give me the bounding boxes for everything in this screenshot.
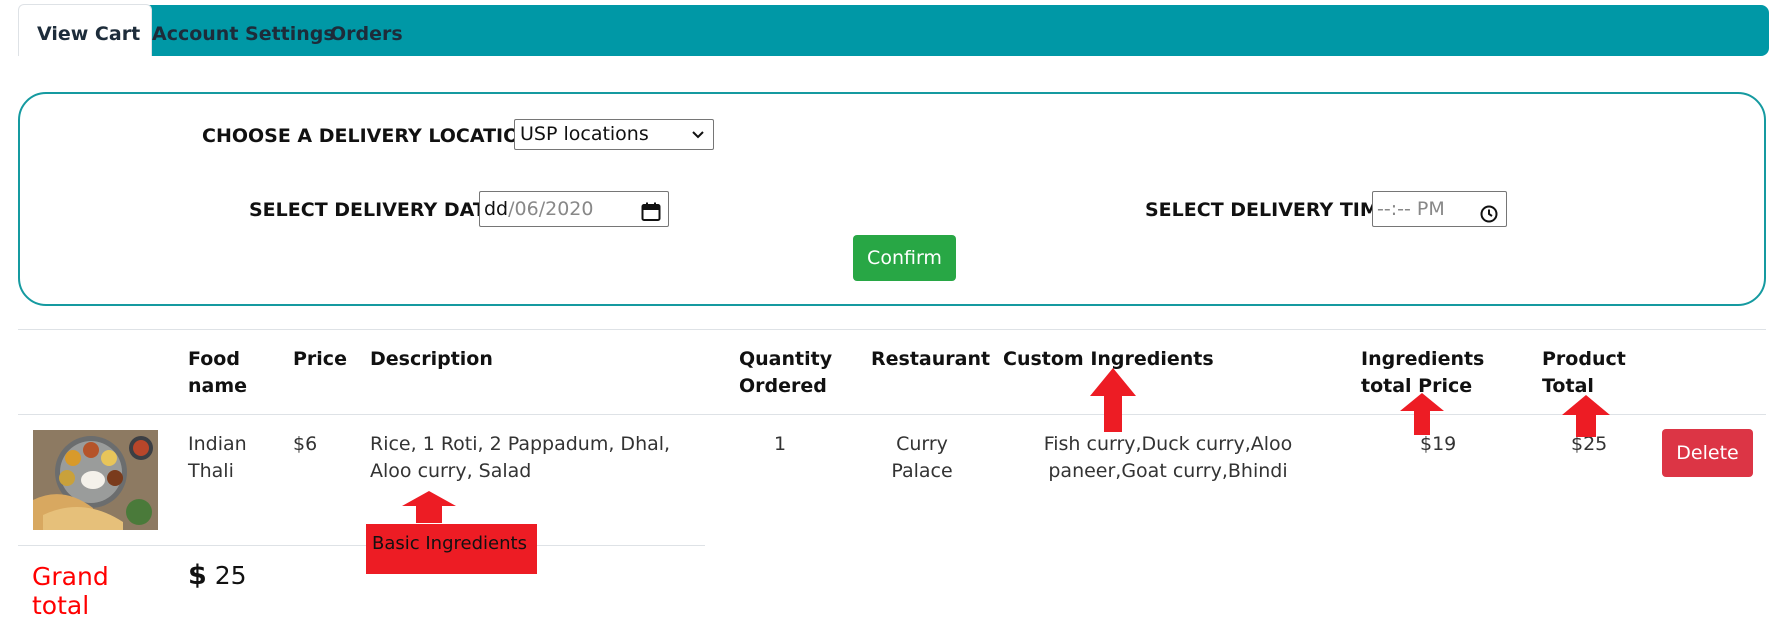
date-label: SELECT DELIVERY DATE:	[249, 199, 507, 221]
header-product-total: Product Total	[1542, 346, 1626, 400]
arrow-up-icon-product-total	[1562, 395, 1610, 437]
nav-bar: View Cart Account Settings Orders	[18, 4, 1769, 56]
row-divider	[18, 545, 705, 546]
grand-total-label: Grand total	[32, 562, 109, 620]
date-value: /06/2020	[508, 198, 594, 220]
chevron-down-icon	[691, 120, 705, 159]
header-food-name: Food name	[188, 346, 247, 400]
confirm-button[interactable]: Confirm	[853, 235, 956, 281]
header-ingredients-price: Ingredients total Price	[1361, 346, 1484, 400]
row-restaurant: Curry Palace	[871, 431, 973, 485]
location-label: CHOOSE A DELIVERY LOCATION:	[202, 125, 543, 147]
time-label: SELECT DELIVERY TIME:	[1145, 199, 1400, 221]
grand-total-value: $ 25	[188, 561, 247, 591]
header-quantity: Quantity Ordered	[739, 346, 833, 400]
food-name-line2: Thali	[188, 460, 234, 482]
dollar-symbol: $	[188, 560, 207, 591]
row-description: Rice, 1 Roti, 2 Pappadum, Dhal, Aloo cur…	[370, 431, 670, 485]
header-description: Description	[370, 348, 493, 370]
row-quantity: 1	[773, 433, 787, 455]
tab-view-cart[interactable]: View Cart	[18, 4, 152, 56]
date-day-placeholder: dd	[484, 198, 509, 220]
tab-account-settings[interactable]: Account Settings	[152, 5, 335, 56]
restaurant-line1: Curry	[896, 433, 948, 455]
header-divider	[18, 414, 1766, 415]
header-food-name-line1: Food	[188, 348, 240, 370]
restaurant-line2: Palace	[891, 460, 953, 482]
custom-ingredients-line2: paneer,Goat curry,Bhindi	[1048, 460, 1288, 482]
food-image	[33, 430, 158, 530]
basic-ingredients-note: Basic Ingredients	[366, 524, 537, 574]
header-price: Price	[293, 348, 347, 370]
grand-total-amount: 25	[214, 561, 247, 590]
arrow-up-icon-ingredients-price	[1400, 393, 1444, 435]
time-value: --:-- PM	[1377, 198, 1445, 220]
header-food-name-line2: name	[188, 375, 248, 397]
time-input[interactable]: --:-- PM	[1372, 191, 1507, 227]
delete-button[interactable]: Delete	[1662, 429, 1753, 477]
location-select-value: USP locations	[520, 123, 649, 145]
header-quantity-line1: Quantity	[739, 348, 833, 370]
arrow-up-icon-basic-ingredients	[402, 491, 456, 523]
calendar-icon[interactable]	[641, 199, 661, 221]
date-input[interactable]: dd/06/2020	[479, 191, 669, 227]
tab-orders[interactable]: Orders	[330, 5, 403, 56]
header-restaurant: Restaurant	[871, 348, 991, 370]
food-name-line1: Indian	[188, 433, 247, 455]
row-food-name: Indian Thali	[188, 431, 247, 485]
description-line2: Aloo curry, Salad	[370, 460, 532, 482]
row-ingredients-price: $19	[1420, 433, 1457, 455]
header-product-total-line1: Product	[1542, 348, 1626, 370]
arrow-up-icon-custom	[1090, 368, 1136, 432]
row-custom-ingredients: Fish curry,Duck curry,Aloo paneer,Goat c…	[1003, 431, 1333, 485]
table-top-divider	[18, 329, 1766, 330]
location-select[interactable]: USP locations	[514, 119, 714, 150]
row-price: $6	[293, 433, 318, 455]
clock-icon[interactable]	[1480, 200, 1498, 223]
custom-ingredients-line1: Fish curry,Duck curry,Aloo	[1043, 433, 1293, 455]
header-quantity-line2: Ordered	[739, 375, 827, 397]
header-ingredients-price-line1: Ingredients	[1361, 348, 1485, 370]
description-line1: Rice, 1 Roti, 2 Pappadum, Dhal,	[370, 433, 671, 455]
